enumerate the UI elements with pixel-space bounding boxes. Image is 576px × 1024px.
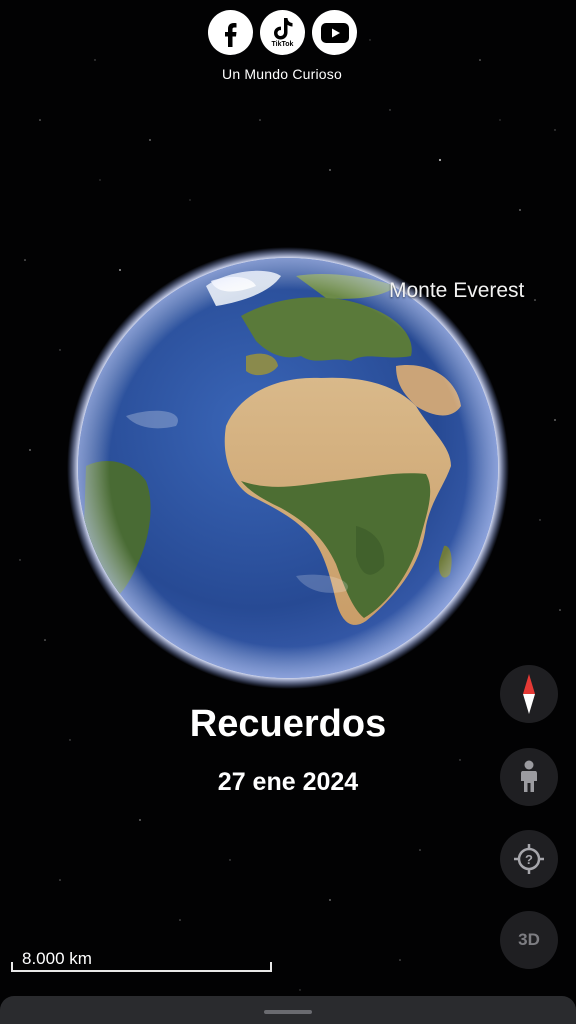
toggle-3d-label: 3D (518, 930, 540, 949)
toggle-3d-button[interactable]: 3D (500, 911, 558, 969)
my-location-icon: ? (514, 844, 544, 874)
youtube-icon (320, 22, 349, 43)
svg-text:?: ? (525, 852, 533, 867)
bottom-sheet[interactable] (0, 996, 576, 1024)
story-date: 27 ene 2024 (217, 768, 359, 796)
sheet-drag-handle[interactable] (264, 1010, 312, 1014)
globe[interactable] (66, 246, 510, 690)
story-title: Recuerdos (189, 703, 387, 745)
channel-name: Un Mundo Curioso (222, 66, 342, 82)
my-location-button[interactable]: ? (500, 830, 558, 888)
compass-button[interactable] (500, 665, 558, 723)
facebook-button[interactable] (208, 10, 253, 55)
compass-icon (523, 674, 535, 714)
scale-bar (11, 962, 272, 972)
earth-viewer-screen: TikTok Un Mundo Curioso Monte Everest Re… (0, 0, 576, 1024)
tiktok-wordmark: TikTok (271, 41, 294, 48)
place-label[interactable]: Monte Everest (389, 279, 524, 303)
youtube-button[interactable] (312, 10, 357, 55)
social-links: TikTok (208, 10, 357, 55)
street-view-button[interactable] (500, 748, 558, 806)
earth-globe-graphic (67, 247, 509, 689)
facebook-icon (224, 22, 236, 47)
tiktok-button[interactable]: TikTok (260, 10, 305, 55)
pegman-icon (521, 760, 537, 792)
tiktok-icon (273, 17, 292, 39)
